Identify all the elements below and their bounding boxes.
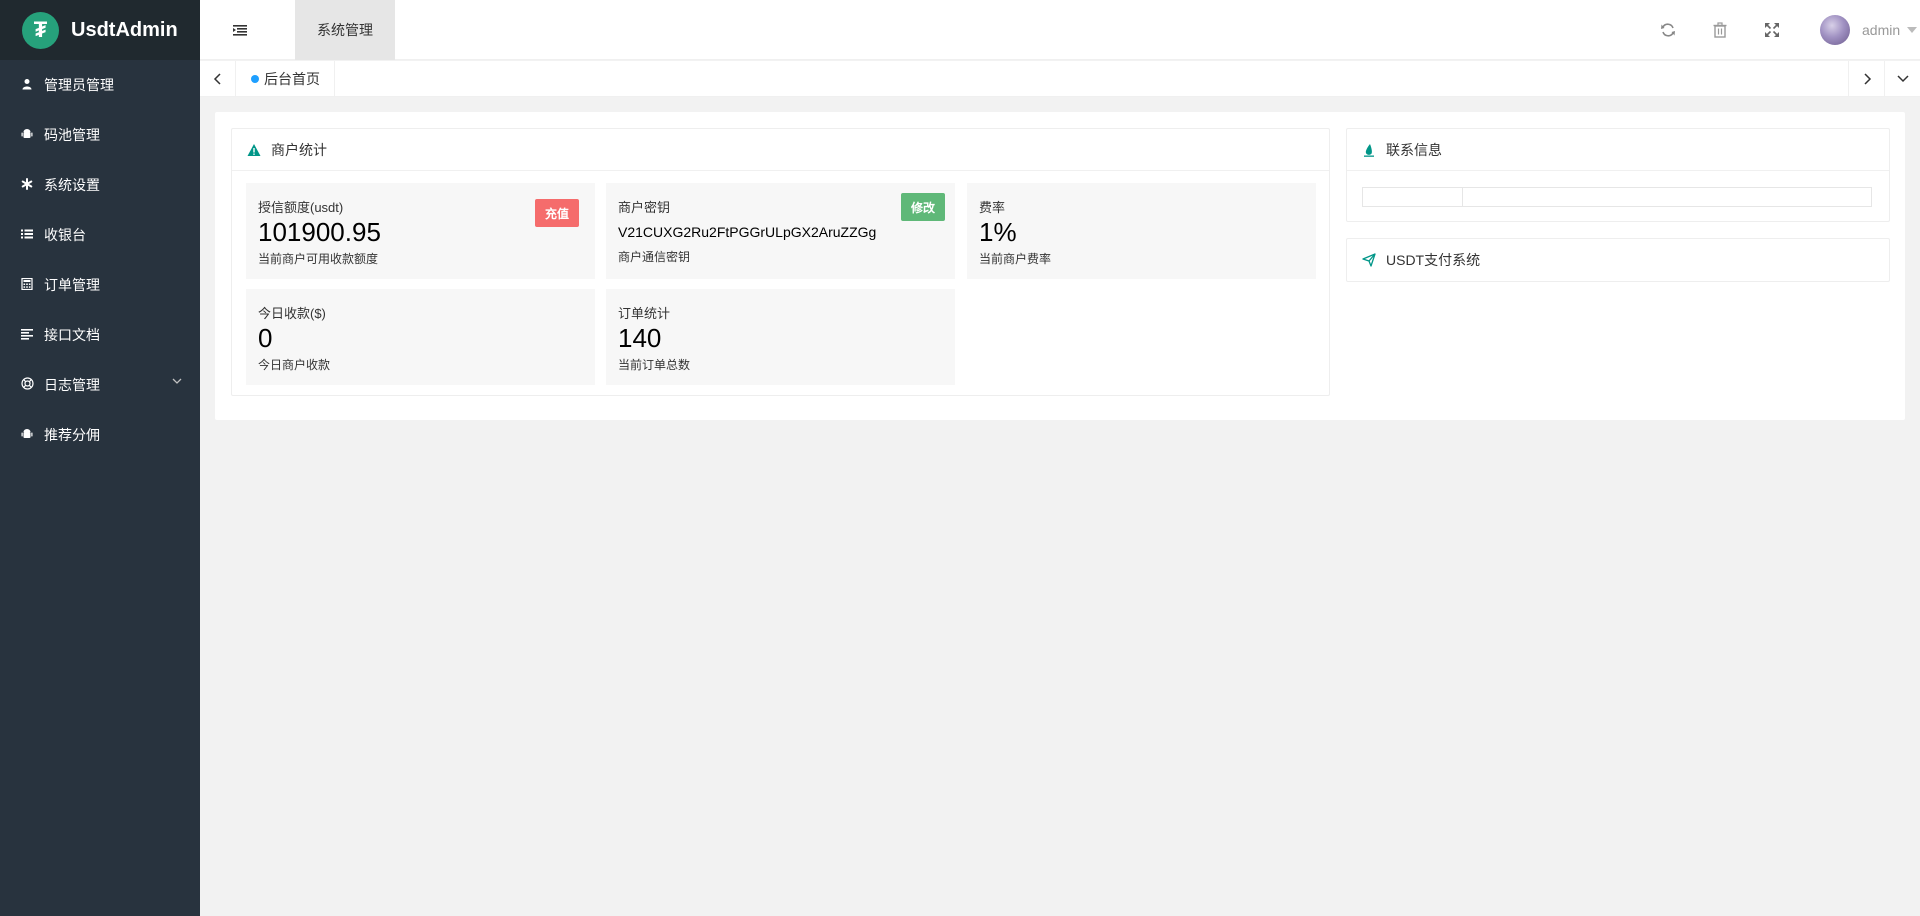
sidebar-item-cashier[interactable]: 收银台	[0, 210, 200, 260]
stat-card-credit: 授信额度(usdt) 101900.95 当前商户可用收款额度 充值	[246, 183, 595, 279]
merchant-stats-panel: 商户统计 授信额度(usdt) 101900.95 当前商户可用收款额度 充值 …	[231, 128, 1330, 396]
asterisk-icon	[20, 177, 34, 193]
fullscreen-icon[interactable]	[1764, 22, 1780, 38]
stat-desc: 今日商户收款	[258, 358, 331, 372]
panel-header: 商户统计	[232, 129, 1329, 171]
sidebar-item-label: 接口文档	[44, 327, 100, 343]
table-cell	[1463, 188, 1871, 206]
table-cell	[1363, 188, 1463, 206]
tab-scroll-right-button[interactable]	[1848, 61, 1884, 97]
top-header: 系统管理 admin	[200, 0, 1920, 60]
sidebar-item-orders[interactable]: 订单管理	[0, 260, 200, 310]
sidebar-item-label: 系统设置	[44, 177, 100, 193]
calculator-icon	[20, 277, 34, 293]
trash-icon[interactable]	[1712, 22, 1728, 38]
refresh-icon[interactable]	[1660, 22, 1676, 38]
tab-options-button[interactable]	[1884, 61, 1920, 97]
panel-title: 联系信息	[1386, 141, 1442, 158]
logo[interactable]: ₮ UsdtAdmin	[0, 0, 200, 60]
sidebar-item-label: 推荐分佣	[44, 427, 100, 443]
sidebar-item-label: 订单管理	[44, 277, 100, 293]
active-dot	[251, 75, 259, 83]
align-left-icon	[20, 328, 34, 343]
sidebar-item-referral[interactable]: 推荐分佣	[0, 410, 200, 460]
menu-toggle-icon[interactable]	[232, 22, 248, 38]
tab-home-label: 后台首页	[264, 71, 320, 87]
sidebar-item-system-settings[interactable]: 系统设置	[0, 160, 200, 210]
stat-card-secret-key: 商户密钥 V21CUXG2Ru2FtPGGrULpGX2AruZZGg 商户通信…	[606, 183, 955, 279]
sidebar-item-label: 日志管理	[44, 377, 100, 393]
user-icon	[20, 78, 34, 93]
recharge-button[interactable]: 充值	[534, 199, 579, 227]
stat-card-fee-rate: 费率 1% 当前商户费率	[967, 183, 1316, 279]
tether-logo-icon: ₮	[22, 11, 59, 49]
sidebar-item-api-docs[interactable]: 接口文档	[0, 310, 200, 360]
stat-value: V21CUXG2Ru2FtPGGrULpGX2AruZZGg	[618, 224, 877, 240]
contact-panel: 联系信息	[1346, 128, 1890, 222]
sidebar-item-code-pool[interactable]: 码池管理	[0, 110, 200, 160]
usdt-system-panel: USDT支付系统	[1346, 238, 1890, 282]
stat-title: 订单统计	[618, 306, 671, 321]
android-icon	[20, 128, 34, 143]
tab-bar: 后台首页	[200, 61, 1920, 97]
sidebar-menu: 管理员管理 码池管理 系统设置 收银台 订单管理 接口文档 日志管理 推荐分佣	[0, 60, 200, 460]
stat-value: 140	[618, 323, 662, 353]
app-title: UsdtAdmin	[71, 18, 178, 41]
stat-title: 费率	[979, 200, 1006, 215]
avatar[interactable]	[1820, 15, 1850, 45]
user-name[interactable]: admin	[1862, 22, 1900, 38]
panel-title: 商户统计	[271, 141, 327, 158]
caret-down-icon[interactable]	[1907, 27, 1917, 33]
chevron-down-icon	[172, 378, 182, 384]
sidebar-item-logs[interactable]: 日志管理	[0, 360, 200, 410]
sidebar-item-label: 管理员管理	[44, 77, 114, 93]
warning-icon	[247, 143, 261, 156]
sidebar-item-admin-management[interactable]: 管理员管理	[0, 60, 200, 110]
list-icon	[20, 228, 34, 243]
tint-icon	[1364, 143, 1374, 157]
stat-value: 0	[258, 323, 273, 353]
stat-desc: 当前商户费率	[979, 252, 1052, 266]
stat-title: 商户密钥	[618, 200, 671, 215]
stat-value: 1%	[979, 217, 1017, 247]
panel-title: USDT支付系统	[1386, 252, 1481, 268]
stat-desc: 商户通信密钥	[618, 250, 691, 264]
top-tab-system-management[interactable]: 系统管理	[295, 0, 395, 60]
paper-plane-icon	[1362, 253, 1376, 267]
edit-key-button[interactable]: 修改	[900, 193, 945, 221]
stat-card-order-count: 订单统计 140 当前订单总数	[606, 289, 955, 385]
sidebar-item-label: 收银台	[44, 227, 86, 243]
stat-title: 今日收款($)	[258, 306, 326, 321]
contact-table	[1362, 187, 1872, 207]
tab-scroll-left-button[interactable]	[200, 61, 236, 97]
chevron-right-icon	[1863, 73, 1871, 85]
stat-desc: 当前订单总数	[618, 358, 691, 372]
chevron-down-icon	[1896, 75, 1909, 83]
life-ring-icon	[20, 377, 34, 393]
main-content: 商户统计 授信额度(usdt) 101900.95 当前商户可用收款额度 充值 …	[215, 112, 1905, 420]
android-icon	[20, 428, 34, 443]
stat-desc: 当前商户可用收款额度	[258, 252, 379, 266]
stat-card-today-income: 今日收款($) 0 今日商户收款	[246, 289, 595, 385]
sidebar: ₮ UsdtAdmin 管理员管理 码池管理 系统设置 收银台 订单管理 接口文…	[0, 0, 200, 916]
tab-home[interactable]: 后台首页	[237, 61, 335, 97]
panel-header: USDT支付系统	[1347, 239, 1889, 281]
sidebar-item-label: 码池管理	[44, 127, 100, 143]
chevron-left-icon	[213, 73, 221, 85]
panel-header: 联系信息	[1347, 129, 1889, 171]
